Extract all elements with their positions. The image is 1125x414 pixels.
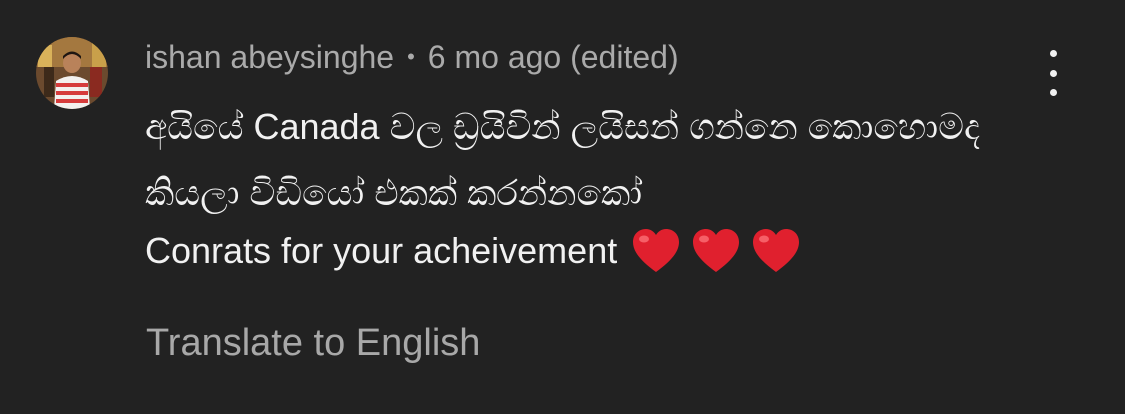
comment-text-line-1: අයියේ Canada වල ඩ්‍රයිවින් ලයිසන් ගන්නෙ … <box>145 106 980 147</box>
comment-text-line-2: කියලා විඩියෝ එකක් කරන්නකෝ <box>145 172 643 213</box>
more-vertical-icon <box>1049 50 1057 57</box>
comment-text-english: Conrats for your acheivement <box>145 230 618 271</box>
comment-text-line-3: Conrats for your acheivement <box>145 220 1045 282</box>
translate-button[interactable]: Translate to English <box>146 322 480 365</box>
heart-icon <box>633 229 680 272</box>
comment-timestamp: 6 mo ago (edited) <box>427 38 679 75</box>
heart-icon <box>693 229 740 272</box>
user-avatar-photo <box>36 37 108 109</box>
comment-meta: ishan abeysinghe • 6 mo ago (edited) <box>145 37 679 77</box>
heart-emoji-group <box>631 227 801 275</box>
comment-text: අයියේ Canada වල ඩ්‍රයිවින් ලයිසන් ගන්නෙ … <box>145 94 1045 282</box>
more-options-button[interactable] <box>1035 50 1071 96</box>
avatar[interactable] <box>36 37 108 109</box>
meta-separator: • <box>407 44 415 69</box>
heart-icon <box>753 229 800 272</box>
comment-author[interactable]: ishan abeysinghe <box>145 39 394 76</box>
